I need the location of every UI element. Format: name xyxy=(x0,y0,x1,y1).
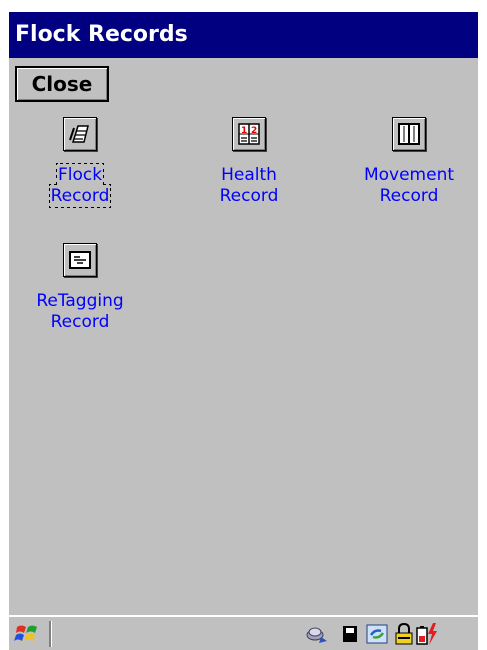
close-button[interactable]: Close xyxy=(15,66,109,102)
movement-record-label: Movement Record xyxy=(363,165,455,206)
sync-icon[interactable] xyxy=(365,621,389,647)
svg-text:2: 2 xyxy=(251,126,257,136)
network-icon[interactable] xyxy=(305,621,329,647)
flock-record-tile[interactable]: Flock Record xyxy=(20,117,140,208)
svg-text:1: 1 xyxy=(241,126,247,136)
window-title: Flock Records xyxy=(9,12,478,58)
device-screen: Flock Records Close Flock Record 1 2 Hea… xyxy=(9,12,478,650)
retagging-record-tile[interactable]: ReTagging Record xyxy=(20,243,140,333)
health-record-label: Health Record xyxy=(219,165,279,206)
taskbar-separator xyxy=(49,621,52,647)
flock-record-icon xyxy=(63,117,97,151)
card-icon[interactable] xyxy=(339,621,363,647)
health-record-icon: 1 2 xyxy=(232,117,266,151)
taskbar xyxy=(9,615,478,650)
movement-record-icon xyxy=(392,117,426,151)
health-record-tile[interactable]: 1 2 Health Record xyxy=(189,117,309,207)
battery-charging-icon[interactable] xyxy=(415,621,439,647)
movement-record-tile[interactable]: Movement Record xyxy=(349,117,469,207)
windows-flag-icon[interactable] xyxy=(13,621,41,647)
retagging-record-label: ReTagging Record xyxy=(36,291,124,332)
retagging-record-icon xyxy=(63,243,97,277)
flock-record-label: Flock Record xyxy=(48,163,112,208)
lock-icon[interactable] xyxy=(391,621,415,647)
